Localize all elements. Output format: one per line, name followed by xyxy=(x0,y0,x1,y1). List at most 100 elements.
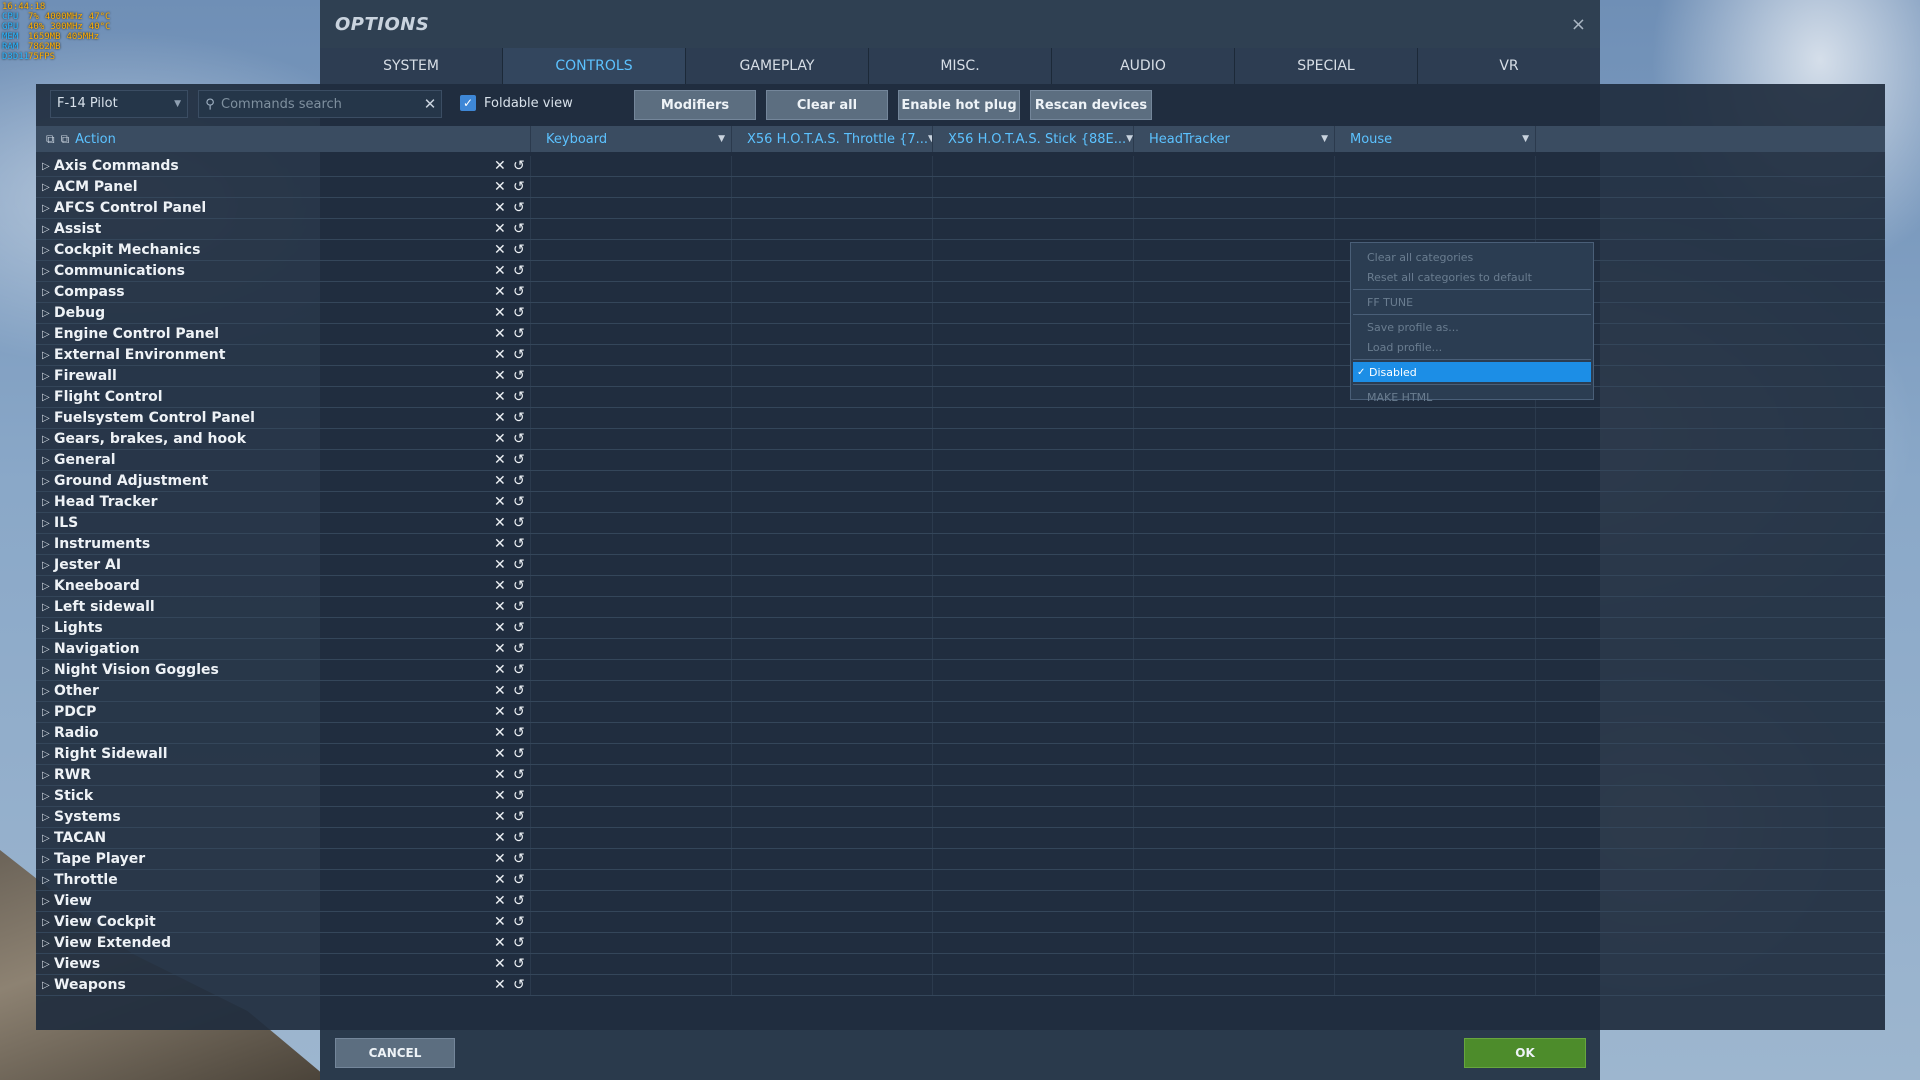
binding-cell[interactable] xyxy=(1134,324,1335,344)
category-row[interactable]: ▷ Left sidewall ✕ ↺ xyxy=(36,597,1885,618)
binding-cell[interactable] xyxy=(531,807,732,827)
clear-category-icon[interactable]: ✕ xyxy=(494,872,506,888)
clear-all-button[interactable]: Clear all xyxy=(766,90,888,120)
category-row[interactable]: ▷ Assist ✕ ↺ xyxy=(36,219,1885,240)
category-row[interactable]: ▷ Cockpit Mechanics ✕ ↺ xyxy=(36,240,1885,261)
binding-cell[interactable] xyxy=(732,597,933,617)
category-row[interactable]: ▷ AFCS Control Panel ✕ ↺ xyxy=(36,198,1885,219)
tab-system[interactable]: SYSTEM xyxy=(320,48,503,84)
reset-category-icon[interactable]: ↺ xyxy=(513,221,525,237)
expand-arrow-icon[interactable]: ▷ xyxy=(42,791,54,802)
clear-category-icon[interactable]: ✕ xyxy=(494,410,506,426)
clear-category-icon[interactable]: ✕ xyxy=(494,956,506,972)
category-row[interactable]: ▷ View Extended ✕ ↺ xyxy=(36,933,1885,954)
binding-cell[interactable] xyxy=(1335,450,1536,470)
binding-cell[interactable] xyxy=(732,681,933,701)
category-row[interactable]: ▷ General ✕ ↺ xyxy=(36,450,1885,471)
binding-cell[interactable] xyxy=(1134,240,1335,260)
reset-category-icon[interactable]: ↺ xyxy=(513,200,525,216)
tab-gameplay[interactable]: GAMEPLAY xyxy=(686,48,869,84)
expand-arrow-icon[interactable]: ▷ xyxy=(42,812,54,823)
binding-cell[interactable] xyxy=(732,303,933,323)
binding-cell[interactable] xyxy=(732,345,933,365)
binding-cell[interactable] xyxy=(1134,597,1335,617)
binding-cell[interactable] xyxy=(531,660,732,680)
binding-cell[interactable] xyxy=(933,933,1134,953)
expand-arrow-icon[interactable]: ▷ xyxy=(42,350,54,361)
binding-cell[interactable] xyxy=(1134,828,1335,848)
binding-cell[interactable] xyxy=(531,387,732,407)
binding-cell[interactable] xyxy=(732,849,933,869)
binding-cell[interactable] xyxy=(1134,555,1335,575)
modifiers-button[interactable]: Modifiers xyxy=(634,90,756,120)
expand-arrow-icon[interactable]: ▷ xyxy=(42,560,54,571)
menu-item-save-profile[interactable]: Save profile as... xyxy=(1353,317,1591,337)
binding-cell[interactable] xyxy=(531,492,732,512)
binding-cell[interactable] xyxy=(933,324,1134,344)
binding-cell[interactable] xyxy=(1134,639,1335,659)
clear-category-icon[interactable]: ✕ xyxy=(494,599,506,615)
reset-category-icon[interactable]: ↺ xyxy=(513,515,525,531)
binding-cell[interactable] xyxy=(933,345,1134,365)
category-row[interactable]: ▷ Instruments ✕ ↺ xyxy=(36,534,1885,555)
reset-category-icon[interactable]: ↺ xyxy=(513,305,525,321)
binding-cell[interactable] xyxy=(1134,450,1335,470)
binding-cell[interactable] xyxy=(732,954,933,974)
reset-category-icon[interactable]: ↺ xyxy=(513,242,525,258)
binding-cell[interactable] xyxy=(1134,765,1335,785)
binding-cell[interactable] xyxy=(1335,954,1536,974)
reset-category-icon[interactable]: ↺ xyxy=(513,683,525,699)
reset-category-icon[interactable]: ↺ xyxy=(513,935,525,951)
reset-category-icon[interactable]: ↺ xyxy=(513,263,525,279)
expand-arrow-icon[interactable]: ▷ xyxy=(42,959,54,970)
reset-category-icon[interactable]: ↺ xyxy=(513,347,525,363)
tab-controls[interactable]: CONTROLS xyxy=(503,48,686,84)
category-row[interactable]: ▷ Navigation ✕ ↺ xyxy=(36,639,1885,660)
expand-arrow-icon[interactable]: ▷ xyxy=(42,917,54,928)
category-row[interactable]: ▷ Right Sidewall ✕ ↺ xyxy=(36,744,1885,765)
binding-cell[interactable] xyxy=(1134,576,1335,596)
binding-cell[interactable] xyxy=(732,891,933,911)
binding-cell[interactable] xyxy=(732,933,933,953)
expand-arrow-icon[interactable]: ▷ xyxy=(42,455,54,466)
binding-cell[interactable] xyxy=(933,618,1134,638)
category-row[interactable]: ▷ Gears, brakes, and hook ✕ ↺ xyxy=(36,429,1885,450)
reset-category-icon[interactable]: ↺ xyxy=(513,578,525,594)
binding-cell[interactable] xyxy=(1134,429,1335,449)
binding-cell[interactable] xyxy=(1134,891,1335,911)
reset-category-icon[interactable]: ↺ xyxy=(513,410,525,426)
binding-cell[interactable] xyxy=(933,702,1134,722)
binding-cell[interactable] xyxy=(732,660,933,680)
category-row[interactable]: ▷ Engine Control Panel ✕ ↺ xyxy=(36,324,1885,345)
clear-category-icon[interactable]: ✕ xyxy=(494,935,506,951)
binding-cell[interactable] xyxy=(732,429,933,449)
binding-cell[interactable] xyxy=(531,429,732,449)
expand-arrow-icon[interactable]: ▷ xyxy=(42,308,54,319)
reset-category-icon[interactable]: ↺ xyxy=(513,788,525,804)
binding-cell[interactable] xyxy=(531,786,732,806)
binding-cell[interactable] xyxy=(732,555,933,575)
binding-cell[interactable] xyxy=(1134,681,1335,701)
binding-cell[interactable] xyxy=(732,534,933,554)
clear-category-icon[interactable]: ✕ xyxy=(494,620,506,636)
reset-category-icon[interactable]: ↺ xyxy=(513,746,525,762)
binding-cell[interactable] xyxy=(531,534,732,554)
expand-arrow-icon[interactable]: ▷ xyxy=(42,161,54,172)
clear-category-icon[interactable]: ✕ xyxy=(494,515,506,531)
reset-category-icon[interactable]: ↺ xyxy=(513,977,525,993)
category-row[interactable]: ▷ Stick ✕ ↺ xyxy=(36,786,1885,807)
expand-arrow-icon[interactable]: ▷ xyxy=(42,875,54,886)
reset-category-icon[interactable]: ↺ xyxy=(513,662,525,678)
binding-cell[interactable] xyxy=(1335,198,1536,218)
expand-arrow-icon[interactable]: ▷ xyxy=(42,539,54,550)
expand-arrow-icon[interactable]: ▷ xyxy=(42,434,54,445)
reset-category-icon[interactable]: ↺ xyxy=(513,158,525,174)
clear-category-icon[interactable]: ✕ xyxy=(494,431,506,447)
binding-cell[interactable] xyxy=(531,597,732,617)
binding-cell[interactable] xyxy=(732,513,933,533)
binding-cell[interactable] xyxy=(1134,618,1335,638)
category-row[interactable]: ▷ Jester AI ✕ ↺ xyxy=(36,555,1885,576)
category-row[interactable]: ▷ Firewall ✕ ↺ xyxy=(36,366,1885,387)
binding-cell[interactable] xyxy=(531,870,732,890)
category-row[interactable]: ▷ Debug ✕ ↺ xyxy=(36,303,1885,324)
